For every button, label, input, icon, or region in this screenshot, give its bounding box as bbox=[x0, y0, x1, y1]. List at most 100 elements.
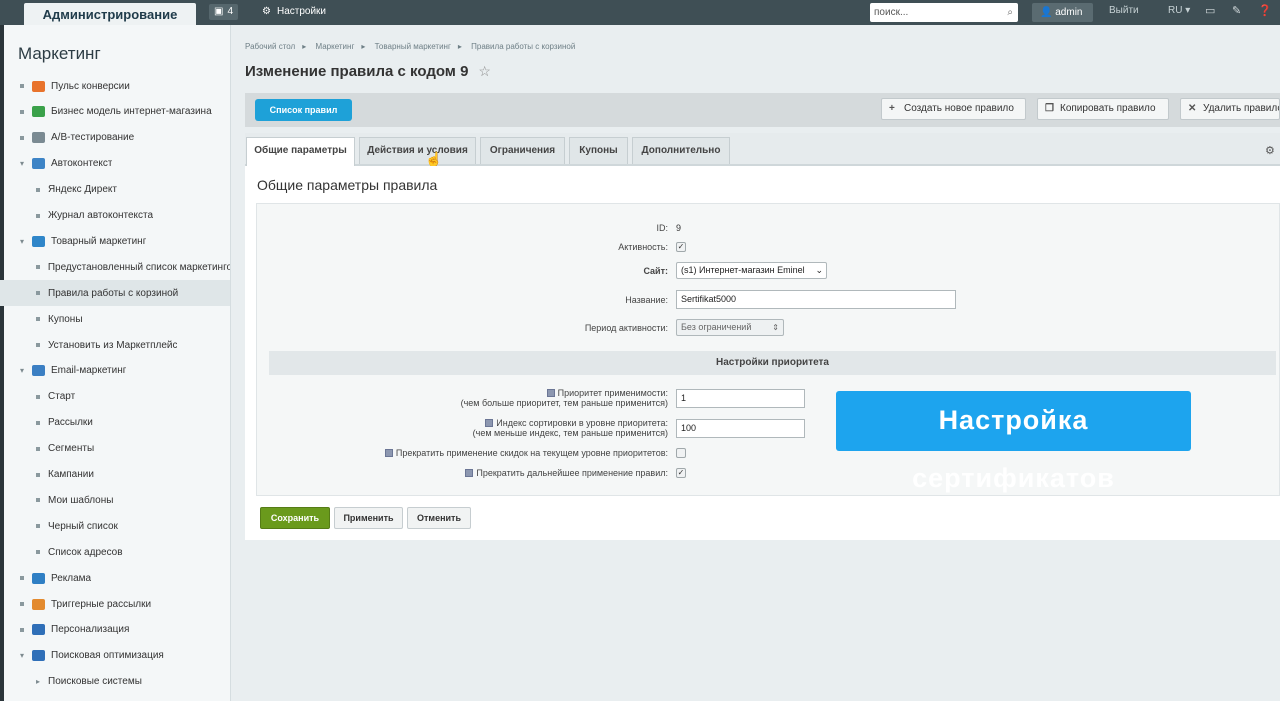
sidebar-item[interactable]: Черный список bbox=[0, 513, 230, 539]
hint-icon[interactable] bbox=[465, 469, 474, 477]
breadcrumb: Рабочий стол ▸ Маркетинг ▸ Товарный маркет… bbox=[245, 42, 576, 51]
notifications-button[interactable]: ▣ 4 bbox=[209, 4, 239, 20]
sidebar-item[interactable]: Кампании bbox=[0, 462, 230, 488]
chevron-right-icon: ▸ bbox=[36, 677, 41, 687]
stop-level-label: Прекратить применение скидок на текущем … bbox=[340, 448, 668, 458]
sidebar-item[interactable]: Сегменты bbox=[0, 436, 230, 462]
copy-rule-button[interactable]: ❐ Копировать правило bbox=[1037, 98, 1169, 120]
sidebar-item[interactable]: Купоны bbox=[0, 306, 230, 332]
tab-coupons[interactable]: Купоны bbox=[569, 137, 628, 164]
bullet-icon bbox=[36, 420, 40, 425]
bullet-icon bbox=[36, 394, 40, 399]
site-select[interactable]: (s1) Интернет-магазин Eminel ⌄ bbox=[676, 262, 827, 279]
rules-list-button[interactable]: Список правил bbox=[255, 99, 352, 121]
tab-additional[interactable]: Дополнительно bbox=[632, 137, 730, 164]
sort-index-input[interactable]: 100 bbox=[676, 419, 805, 438]
stop-further-checkbox[interactable]: ✓ bbox=[676, 468, 686, 478]
top-admin-bar: Администрирование ▣ 4 ⚙ Настройки поиск.… bbox=[0, 0, 1280, 29]
bullet-icon bbox=[36, 550, 40, 555]
gear-icon[interactable]: ⚙ bbox=[1265, 144, 1275, 157]
hint-icon[interactable] bbox=[384, 449, 393, 457]
sidebar-item[interactable]: Список адресов bbox=[0, 539, 230, 565]
delete-rule-button[interactable]: ✕ Удалить правило bbox=[1180, 98, 1280, 120]
language-select[interactable]: RU ▾ bbox=[1168, 5, 1190, 16]
star-icon[interactable]: ☆ bbox=[478, 63, 491, 79]
sidebar-item-label: Рассылки bbox=[48, 417, 93, 429]
chevron-down-icon: ▾ bbox=[20, 236, 25, 246]
search-input[interactable]: поиск... ⌕ bbox=[870, 3, 1018, 22]
sidebar-item[interactable]: Предустановленный список маркетингов bbox=[0, 254, 230, 280]
sidebar-item-label: Мои шаблоны bbox=[48, 494, 114, 506]
sidebar-item-label: Черный список bbox=[48, 520, 118, 532]
settings-button[interactable]: ⚙ Настройки bbox=[262, 4, 326, 20]
breadcrumb-item[interactable]: Товарный маркетинг bbox=[375, 42, 451, 51]
apply-button[interactable]: Применить bbox=[334, 507, 403, 529]
tab-general[interactable]: Общие параметры bbox=[246, 137, 355, 167]
section-icon bbox=[32, 598, 45, 610]
breadcrumb-item[interactable]: Правила работы с корзиной bbox=[471, 42, 575, 51]
hint-icon[interactable] bbox=[546, 389, 555, 397]
site-label: Сайт: bbox=[643, 266, 668, 276]
window-icon[interactable]: ▭ bbox=[1205, 4, 1215, 17]
section-icon bbox=[32, 158, 45, 170]
sidebar-item[interactable]: ▾ Email-маркетинг bbox=[0, 358, 230, 384]
sidebar-item-label: Купоны bbox=[48, 313, 83, 325]
sidebar-item[interactable]: Журнал автоконтекста bbox=[0, 203, 230, 229]
overlay-caption: Настройка сертификатов bbox=[836, 391, 1191, 493]
period-select[interactable]: Без ограничений ⇕ bbox=[676, 319, 784, 336]
sidebar-item-label: Сегменты bbox=[48, 443, 95, 455]
sidebar-item[interactable]: ▾ Товарный маркетинг bbox=[0, 228, 230, 254]
create-rule-button[interactable]: + Создать новое правило bbox=[881, 98, 1026, 120]
cancel-button[interactable]: Отменить bbox=[407, 507, 471, 529]
name-input[interactable]: Sertifikat5000 bbox=[676, 290, 956, 309]
breadcrumb-item[interactable]: Рабочий стол bbox=[245, 42, 295, 51]
pin-icon[interactable]: ✎ bbox=[1232, 4, 1241, 17]
user-button[interactable]: 👤 admin bbox=[1032, 3, 1093, 22]
sidebar-item[interactable]: Триггерные рассылки bbox=[0, 591, 230, 617]
search-icon[interactable]: ⌕ bbox=[1007, 3, 1013, 22]
page-title-text: Изменение правила с кодом 9 bbox=[245, 63, 469, 80]
sidebar-item-label: Товарный маркетинг bbox=[51, 235, 147, 247]
close-icon: ✕ bbox=[1188, 103, 1197, 114]
sidebar-item[interactable]: Реклама bbox=[0, 565, 230, 591]
sidebar-item[interactable]: Установить из Маркетплейс bbox=[0, 332, 230, 358]
period-label: Период активности: bbox=[584, 323, 668, 333]
stop-level-checkbox[interactable] bbox=[676, 448, 686, 458]
sidebar-item[interactable]: Мои шаблоны bbox=[0, 487, 230, 513]
tab-actions-conditions[interactable]: Действия и условия bbox=[359, 137, 476, 164]
hint-icon[interactable] bbox=[485, 419, 494, 427]
active-checkbox[interactable]: ✓ bbox=[676, 242, 686, 252]
sidebar-item[interactable]: Пульс конверсии bbox=[0, 73, 230, 99]
logout-link[interactable]: Выйти bbox=[1109, 5, 1139, 16]
save-button[interactable]: Сохранить bbox=[260, 507, 330, 529]
breadcrumb-item[interactable]: Маркетинг bbox=[315, 42, 354, 51]
active-label: Активность: bbox=[618, 242, 668, 252]
search-placeholder: поиск... bbox=[874, 7, 909, 18]
sidebar-item[interactable]: ▾ Автоконтекст bbox=[0, 151, 230, 177]
sidebar-item[interactable]: A/B-тестирование bbox=[0, 125, 230, 151]
sidebar-item[interactable]: Яндекс Директ bbox=[0, 177, 230, 203]
bullet-icon bbox=[36, 472, 40, 477]
panel-title: Общие параметры правила bbox=[257, 177, 438, 193]
sidebar-item[interactable]: Персонализация bbox=[0, 617, 230, 643]
delete-rule-label: Удалить правило bbox=[1203, 103, 1280, 114]
sidebar-item-label: Яндекс Директ bbox=[48, 184, 117, 196]
id-value: 9 bbox=[676, 223, 682, 233]
sidebar-item-label: Журнал автоконтекста bbox=[48, 210, 154, 221]
sidebar-item[interactable]: Бизнес модель интернет-магазина bbox=[0, 99, 230, 125]
sidebar-item[interactable]: Правила работы с корзиной bbox=[0, 280, 230, 307]
bullet-icon bbox=[20, 627, 24, 632]
sidebar-item-label: Старт bbox=[48, 391, 76, 403]
tab-restrictions[interactable]: Ограничения bbox=[480, 137, 565, 164]
sidebar-item[interactable]: Рассылки bbox=[0, 410, 230, 436]
sidebar-item-label: Поисковая оптимизация bbox=[51, 650, 164, 662]
sidebar-item[interactable]: ▾ Поисковая оптимизация bbox=[0, 643, 230, 669]
priority-input[interactable]: 1 bbox=[676, 389, 805, 408]
bullet-icon bbox=[20, 576, 24, 581]
sidebar-item[interactable]: Старт bbox=[0, 384, 230, 410]
help-icon[interactable]: ❓ bbox=[1258, 4, 1272, 17]
bullet-icon bbox=[36, 446, 40, 451]
copy-icon: ❐ bbox=[1045, 103, 1054, 114]
sidebar-item[interactable]: ▸ Поисковые системы bbox=[0, 669, 230, 695]
sidebar-item-label: Правила работы с корзиной bbox=[48, 287, 179, 299]
